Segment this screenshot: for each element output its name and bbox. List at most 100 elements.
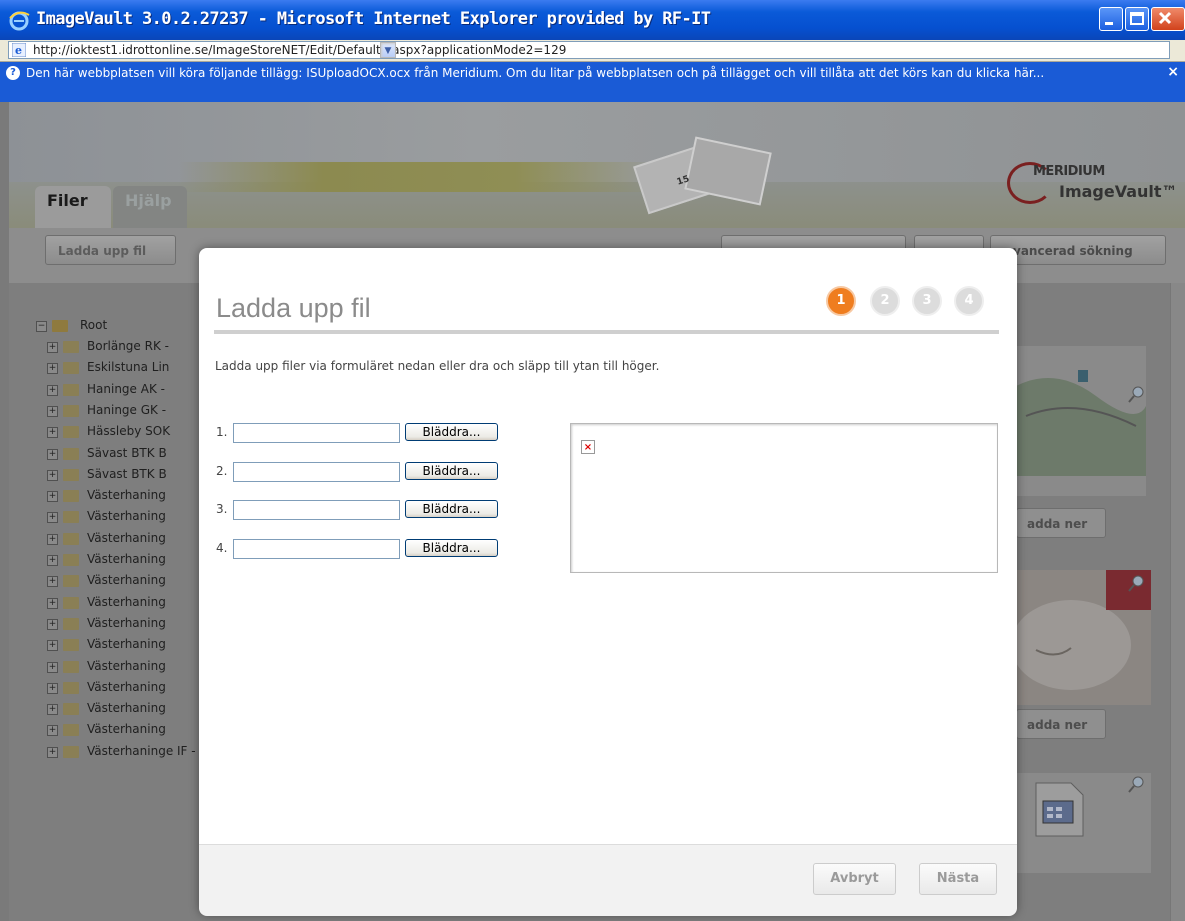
tree-item-label: Hässleby SOK: [87, 424, 171, 439]
file-path-input-4[interactable]: [233, 539, 400, 559]
tree-item-label: Västerhaning: [87, 679, 166, 694]
tab-hjalp[interactable]: Hjälp: [113, 186, 187, 228]
folder-icon: [63, 596, 79, 609]
folder-icon: [63, 724, 79, 737]
file-path-input-1[interactable]: [233, 423, 400, 443]
expand-icon[interactable]: +: [47, 427, 58, 439]
download-button[interactable]: adda ner: [1016, 709, 1106, 739]
expand-icon[interactable]: +: [47, 725, 58, 737]
folder-icon: [63, 447, 79, 460]
folder-icon: [63, 490, 79, 503]
maximize-button[interactable]: [1125, 7, 1149, 31]
title-divider: [214, 330, 999, 334]
upload-file-button[interactable]: Ladda upp fil: [45, 235, 176, 265]
address-bar: e http://ioktest1.idrottonline.se/ImageS…: [0, 40, 1185, 62]
expand-icon[interactable]: +: [47, 363, 58, 375]
expand-icon[interactable]: +: [47, 555, 58, 566]
expand-icon[interactable]: +: [47, 682, 58, 694]
collapse-icon[interactable]: −: [36, 321, 47, 332]
browse-button-3[interactable]: Bläddra...: [405, 500, 498, 518]
close-icon[interactable]: ×: [1167, 64, 1179, 80]
file-path-input-3[interactable]: [233, 500, 400, 520]
map-thumbnail: [1016, 370, 1146, 476]
expand-icon[interactable]: +: [47, 640, 58, 652]
url-field[interactable]: e http://ioktest1.idrottonline.se/ImageS…: [8, 41, 1170, 59]
tree-item-label: Västerhaning: [87, 637, 166, 652]
cancel-button[interactable]: Avbryt: [813, 863, 896, 895]
step-4: 4: [954, 286, 984, 316]
broken-image-icon: ×: [581, 440, 595, 454]
folder-icon: [63, 554, 79, 566]
thumbnail-cat-card[interactable]: [1011, 570, 1151, 705]
close-window-button[interactable]: [1151, 7, 1185, 31]
help-icon: ?: [6, 66, 20, 80]
tree-item-label: Eskilstuna Lin: [87, 360, 170, 375]
expand-icon[interactable]: +: [47, 661, 58, 673]
step-3: 3: [912, 286, 942, 316]
tree-item-label: Västerhaning: [87, 573, 166, 588]
vertical-scrollbar[interactable]: [1170, 283, 1185, 921]
tree-item-label: Västerhaning: [87, 530, 166, 545]
expand-icon[interactable]: +: [47, 342, 58, 353]
zoom-icon[interactable]: [1128, 386, 1144, 407]
drag-drop-area[interactable]: ×: [570, 423, 998, 573]
upload-row-number: 2.: [216, 464, 228, 478]
tree-item-label: Västerhaning: [87, 509, 166, 524]
folder-icon: [63, 511, 79, 524]
expand-icon[interactable]: +: [47, 597, 58, 609]
expand-icon[interactable]: +: [47, 448, 58, 460]
minimize-button[interactable]: [1099, 7, 1123, 31]
browse-button-2[interactable]: Bläddra...: [405, 462, 498, 480]
expand-icon[interactable]: +: [47, 405, 58, 417]
download-button[interactable]: adda ner: [1016, 508, 1106, 538]
tab-filer[interactable]: Filer: [35, 186, 111, 228]
expand-icon[interactable]: +: [47, 704, 58, 716]
expand-icon[interactable]: +: [47, 384, 58, 396]
tree-item-label: Västerhaning: [87, 722, 166, 737]
folder-icon: [63, 575, 79, 588]
ie-logo-icon: [9, 11, 30, 31]
tree-item-label: Borlänge RK -: [87, 339, 169, 353]
expand-icon[interactable]: +: [47, 746, 58, 758]
upload-row-number: 4.: [216, 541, 228, 555]
upload-row-number: 1.: [216, 425, 228, 439]
meridium-imagevault-logo: MERIDIUM ImageVault™: [999, 152, 1185, 212]
browse-button-4[interactable]: Bläddra...: [405, 539, 498, 557]
folder-icon: [63, 639, 79, 652]
tree-item-label: Västerhaning: [87, 488, 166, 503]
information-bar[interactable]: ? Den här webbplatsen vill köra följande…: [0, 62, 1185, 102]
logo-brand: MERIDIUM: [1033, 164, 1105, 179]
folder-icon: [63, 383, 79, 396]
zoom-icon[interactable]: [1128, 575, 1144, 596]
expand-icon[interactable]: +: [47, 512, 58, 524]
expand-icon[interactable]: +: [47, 533, 58, 545]
folder-icon: [63, 426, 79, 439]
tree-item-label: Västerhaning: [87, 658, 166, 673]
file-path-input-2[interactable]: [233, 462, 400, 482]
folder-icon: [63, 681, 79, 694]
next-button[interactable]: Nästa: [919, 863, 997, 895]
expand-icon[interactable]: +: [47, 469, 58, 481]
close-icon: [1158, 11, 1172, 25]
maximize-icon: [1130, 12, 1144, 25]
thumbnail-map-card[interactable]: [1016, 346, 1146, 496]
thumbnail-file-card[interactable]: [1016, 773, 1151, 873]
folder-open-icon: [52, 320, 68, 332]
browse-button-1[interactable]: Bläddra...: [405, 423, 498, 441]
folder-icon: [63, 703, 79, 716]
folder-icon: [63, 404, 79, 417]
step-1: 1: [826, 286, 856, 316]
zoom-icon[interactable]: [1128, 776, 1144, 797]
folder-icon: [63, 745, 79, 758]
folder-icon: [63, 362, 79, 375]
tree-item-label: Västerhaning: [87, 701, 166, 716]
folder-icon: [63, 617, 79, 630]
window-title: ImageVault 3.0.2.27237 - Microsoft Inter…: [36, 9, 711, 29]
expand-icon[interactable]: +: [47, 491, 58, 503]
address-dropdown-button[interactable]: ▼: [380, 42, 396, 58]
chevron-down-icon: ▼: [384, 46, 392, 56]
expand-icon[interactable]: +: [47, 618, 58, 630]
tree-item-label: Sävast BTK B: [87, 466, 167, 481]
expand-icon[interactable]: +: [47, 576, 58, 588]
window-title-bar[interactable]: ImageVault 3.0.2.27237 - Microsoft Inter…: [0, 0, 1185, 40]
